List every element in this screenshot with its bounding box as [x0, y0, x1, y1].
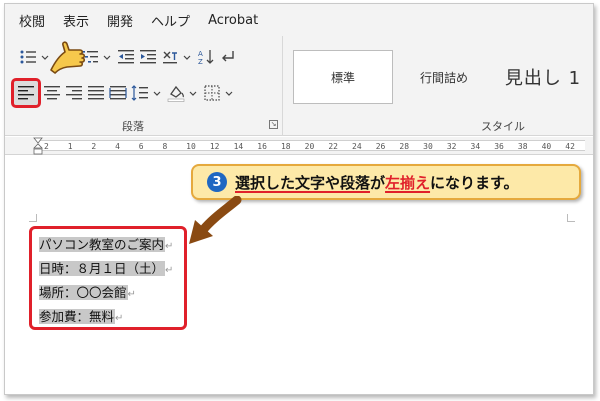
doc-line-text: パソコン教室のご案内	[39, 237, 166, 252]
callout-text-align-left: 左揃え	[385, 173, 431, 192]
callout-text-particle: が	[370, 173, 386, 192]
paragraph-group: AZ 段落 ↘	[5, 36, 283, 136]
step-number-badge: 3	[207, 172, 227, 192]
align-center-icon[interactable]	[43, 84, 61, 102]
chevron-down-icon[interactable]	[225, 84, 233, 102]
show-formatting-marks-icon[interactable]	[219, 48, 237, 66]
menu-view[interactable]: 表示	[63, 11, 89, 30]
ruler-tick-label: 28	[399, 142, 410, 151]
ruler-tick-label: 6	[138, 142, 144, 151]
paragraph-toolbar-row-2	[17, 82, 239, 104]
menu-help[interactable]: ヘルプ	[151, 11, 190, 30]
ruler-tick-label: 18	[280, 142, 291, 151]
ruler-tick-label: 38	[517, 142, 528, 151]
instruction-callout: 3 選択した文字や段落 が 左揃え になります。	[191, 164, 581, 200]
chevron-down-icon[interactable]	[183, 48, 191, 66]
doc-line-text: 場所：〇〇会館	[39, 285, 128, 300]
style-normal-button[interactable]: 標準	[293, 50, 393, 104]
borders-icon[interactable]	[203, 84, 221, 102]
menu-review[interactable]: 校閲	[19, 11, 45, 30]
margin-corner-mark	[567, 214, 575, 222]
ruler-tick-label: 26	[375, 142, 386, 151]
asian-layout-icon[interactable]	[161, 48, 179, 66]
align-right-icon[interactable]	[65, 84, 83, 102]
menu-bar: 校閲 表示 開発 ヘルプ Acrobat	[5, 4, 593, 36]
ruler-tick-label: 36	[494, 142, 504, 151]
ruler-tick-label: 20	[304, 142, 315, 151]
menu-acrobat[interactable]: Acrobat	[208, 13, 258, 28]
ruler-tick-label: 42	[565, 142, 575, 151]
style-group-label: スタイル	[481, 120, 525, 133]
chevron-down-icon[interactable]	[41, 48, 49, 66]
ruler-tick-label: 34	[470, 142, 481, 151]
paragraph-group-label: 段落	[122, 120, 144, 133]
ruler-tick-label: 22	[328, 142, 338, 151]
menu-developer[interactable]: 開発	[107, 11, 133, 30]
ruler-tick-label: 32	[446, 142, 457, 151]
ruler-strip: 2 1 2 4 6 8 10 12 14 16 18 20 22 24 26 28 30 32 34 36 38 40 42	[40, 140, 585, 151]
sort-icon[interactable]: AZ	[197, 48, 215, 66]
style-gallery: 標準 行間詰め 見出し 1	[293, 50, 593, 104]
ruler-tick-label: 14	[233, 142, 244, 151]
ruler-tick-label: 10	[186, 142, 196, 151]
indent-marker-icon[interactable]	[33, 137, 43, 155]
justify-icon[interactable]	[87, 84, 105, 102]
ruler-tick-label: 12	[209, 142, 220, 151]
doc-line[interactable]: 日時：８月１日（土）↵	[39, 259, 173, 278]
chevron-down-icon[interactable]	[103, 48, 111, 66]
document-area[interactable]: 3 選択した文字や段落 が 左揃え になります。 パソコン教室のご案内↵ 日時：…	[5, 156, 593, 394]
ruler-tick-label: 24	[352, 142, 362, 151]
ruler-tick-label: 40	[541, 142, 552, 151]
doc-line[interactable]: 参加費：無料↵	[39, 307, 123, 326]
style-heading1-button[interactable]: 見出し 1	[493, 50, 593, 104]
svg-text:A: A	[198, 50, 203, 58]
doc-line-text: 日時：８月１日（土）	[39, 261, 166, 276]
ruler-tick-label: 16	[257, 142, 267, 151]
increase-indent-icon[interactable]	[139, 48, 157, 66]
decrease-indent-icon[interactable]	[117, 48, 135, 66]
ruler-tick-label: 1	[67, 142, 73, 151]
callout-text-selected-paragraph: 選択した文字や段落	[235, 173, 371, 192]
chevron-down-icon[interactable]	[153, 84, 161, 102]
bullets-icon[interactable]	[19, 48, 37, 66]
pointing-hand-icon	[50, 41, 86, 74]
paragraph-mark: ↵	[165, 265, 174, 276]
paragraph-mark: ↵	[165, 241, 174, 252]
doc-line[interactable]: パソコン教室のご案内↵	[39, 235, 173, 254]
doc-line-text: 参加費：無料	[39, 309, 116, 324]
ruler-tick-label: 4	[115, 142, 120, 151]
doc-line[interactable]: 場所：〇〇会館↵	[39, 283, 136, 302]
ruler-tick-label: 2	[44, 142, 49, 151]
distributed-icon[interactable]	[109, 84, 127, 102]
style-no-spacing-button[interactable]: 行間詰め	[397, 50, 491, 104]
pointer-arrow-icon	[189, 196, 242, 244]
selection-highlight-box: パソコン教室のご案内↵ 日時：８月１日（土）↵ 場所：〇〇会館↵ 参加費：無料↵	[29, 226, 187, 330]
line-spacing-icon[interactable]	[131, 84, 149, 102]
screenshot-frame: 校閲 表示 開発 ヘルプ Acrobat A Z 段落 ↘ 標準 行間詰め 見出…	[4, 3, 594, 395]
ribbon: AZ 段落 ↘ 標準 行間詰め 見出し 1 スタイル	[5, 36, 593, 136]
ruler-tick-label: 2	[91, 142, 97, 151]
margin-corner-mark	[29, 214, 37, 222]
chevron-down-icon[interactable]	[189, 84, 197, 102]
paragraph-mark: ↵	[127, 289, 136, 300]
svg-text:Z: Z	[198, 58, 203, 66]
ruler-tick-label: 30	[423, 142, 433, 151]
shading-icon[interactable]	[167, 84, 185, 102]
paragraph-mark: ↵	[115, 313, 124, 324]
callout-text-ending: になります。	[430, 173, 519, 192]
ruler-tick-label: 8	[162, 142, 168, 151]
dialog-launcher-icon[interactable]: ↘	[269, 120, 278, 129]
align-left-icon[interactable]	[17, 84, 35, 102]
horizontal-ruler[interactable]: 2 1 2 4 6 8 10 12 14 16 18 20 22 24 26 28 30 32 34 36 38 40 42	[5, 137, 593, 155]
